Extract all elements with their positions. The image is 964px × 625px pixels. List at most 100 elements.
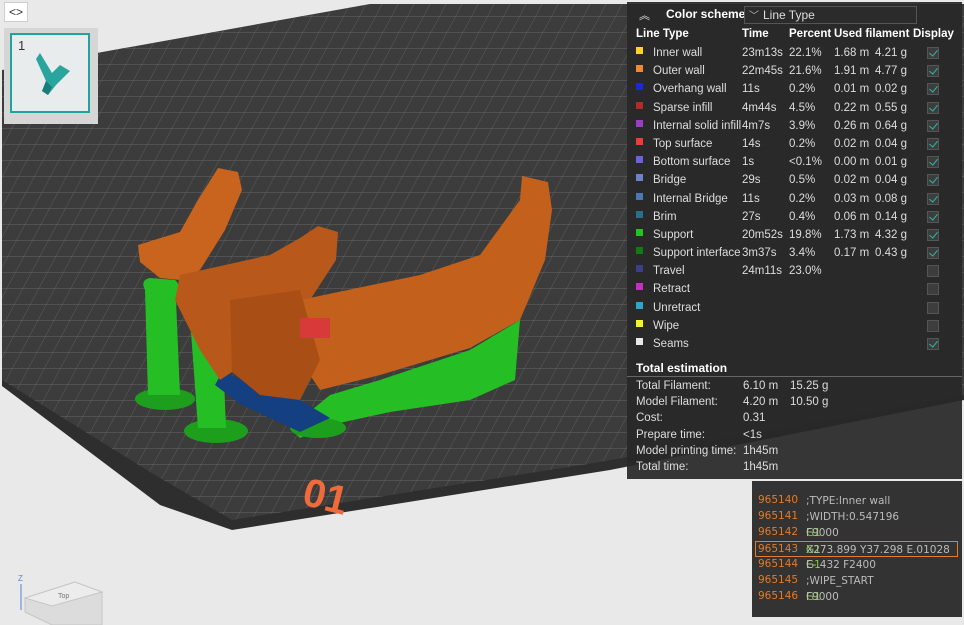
- legend-row[interactable]: Travel 24m11s 23.0%: [627, 262, 962, 280]
- line-type-color-swatch: [636, 83, 643, 91]
- gcode-line[interactable]: 965142 G1 F9000: [752, 525, 962, 541]
- line-type-time: 11s: [742, 192, 760, 205]
- display-checkbox[interactable]: [927, 47, 939, 59]
- legend-row[interactable]: Bottom surface 1s <0.1% 0.00 m 0.01 g: [627, 153, 962, 171]
- display-checkbox[interactable]: [927, 119, 939, 132]
- divider: [627, 376, 962, 377]
- line-type-name: Wipe: [653, 319, 680, 332]
- legend-row[interactable]: Sparse infill 4m44s 4.5% 0.22 m 0.55 g: [627, 99, 962, 117]
- display-checkbox[interactable]: [927, 283, 939, 296]
- gcode-line-current[interactable]: 965143 G1 X273.899 Y37.298 E.01028: [755, 541, 958, 557]
- estimation-value-secondary: 15.25 g: [790, 380, 829, 392]
- legend-row[interactable]: Top surface 14s 0.2% 0.02 m 0.04 g: [627, 135, 962, 153]
- legend-row[interactable]: Support interface 3m37s 3.4% 0.17 m 0.43 g: [627, 244, 962, 262]
- estimation-key: Total Filament:: [636, 380, 711, 392]
- color-scheme-dropdown[interactable]: ﹀ Line Type: [744, 6, 917, 24]
- display-checkbox[interactable]: [927, 83, 939, 96]
- line-type-percent: 0.5%: [789, 174, 816, 187]
- chevron-down-icon: ﹀: [749, 11, 759, 22]
- line-type-length: 0.03 m: [834, 192, 870, 205]
- line-type-color-swatch: [636, 119, 643, 127]
- column-header-display: Display: [913, 28, 954, 40]
- estimation-key: Model printing time:: [636, 444, 737, 457]
- display-checkbox[interactable]: [927, 65, 939, 78]
- gcode-text: E-.432 F2400: [806, 559, 876, 571]
- plate-preview-icon: [36, 53, 70, 95]
- cube-face-label: Top: [58, 593, 69, 600]
- line-type-weight: 0.04 g: [875, 174, 907, 187]
- line-type-percent: 22.1%: [789, 47, 822, 59]
- line-type-name: Support: [653, 228, 694, 241]
- display-checkbox[interactable]: [927, 101, 939, 114]
- line-type-length: 0.17 m: [834, 247, 870, 260]
- display-checkbox[interactable]: [927, 137, 939, 150]
- legend-row[interactable]: Overhang wall 11s 0.2% 0.01 m 0.02 g: [627, 80, 962, 98]
- gcode-line[interactable]: 965141 ;WIDTH:0.547196: [752, 509, 962, 525]
- estimation-row: Cost: 0.31: [636, 412, 956, 428]
- display-checkbox[interactable]: [927, 301, 939, 314]
- legend-row[interactable]: Wipe: [627, 317, 962, 335]
- legend-row[interactable]: Brim 27s 0.4% 0.06 m 0.14 g: [627, 208, 962, 226]
- line-type-time: 4m44s: [742, 101, 777, 114]
- line-type-weight: 4.32 g: [875, 228, 907, 241]
- gcode-line[interactable]: 965146 G1 F9000: [752, 589, 962, 605]
- gcode-line-number: 965140: [758, 494, 799, 506]
- estimation-row: Total Filament: 6.10 m 15.25 g: [636, 380, 956, 396]
- line-type-name: Bottom surface: [653, 156, 731, 169]
- plate-thumbnail[interactable]: 1: [10, 33, 90, 113]
- estimation-list: Total Filament: 6.10 m 15.25 g Model Filame…: [636, 380, 956, 477]
- line-type-name: Brim: [653, 210, 677, 223]
- line-type-length: 0.01 m: [834, 83, 870, 96]
- line-type-percent: 4.5%: [789, 101, 816, 114]
- legend-row[interactable]: Support 20m52s 19.8% 1.73 m 4.32 g: [627, 226, 962, 244]
- line-type-percent: 0.4%: [789, 210, 816, 223]
- legend-row[interactable]: Outer wall 22m45s 21.6% 1.91 m 4.77 g: [627, 62, 962, 80]
- legend-row[interactable]: Unretract: [627, 299, 962, 317]
- line-type-color-swatch: [636, 156, 643, 164]
- gcode-text: ;WIDTH:0.547196: [806, 511, 900, 523]
- display-checkbox[interactable]: [927, 156, 939, 169]
- collapse-icon: <>: [8, 5, 23, 19]
- display-checkbox[interactable]: [927, 338, 939, 350]
- gcode-text: F9000: [806, 591, 839, 603]
- display-checkbox[interactable]: [927, 247, 939, 260]
- line-type-length: 0.26 m: [834, 119, 870, 132]
- legend-row[interactable]: Internal Bridge 11s 0.2% 0.03 m 0.08 g: [627, 190, 962, 208]
- estimation-value-secondary: 10.50 g: [790, 396, 829, 409]
- legend-row[interactable]: Bridge 29s 0.5% 0.02 m 0.04 g: [627, 171, 962, 189]
- orientation-cube[interactable]: Top Z: [18, 574, 104, 625]
- line-type-weight: 0.64 g: [875, 119, 907, 132]
- line-type-time: 23m13s: [742, 47, 783, 59]
- line-type-percent: 3.9%: [789, 119, 816, 132]
- line-type-weight: 0.08 g: [875, 192, 907, 205]
- gcode-text: X273.899 Y37.298 E.01028: [806, 544, 950, 556]
- display-checkbox[interactable]: [927, 192, 939, 205]
- legend-row[interactable]: Retract: [627, 280, 962, 298]
- color-scheme-label: Color scheme: [666, 7, 746, 21]
- legend-row[interactable]: Inner wall 23m13s 22.1% 1.68 m 4.21 g: [627, 44, 962, 62]
- line-type-color-swatch: [636, 47, 643, 54]
- gcode-line-number: 965145: [758, 574, 799, 586]
- gcode-line[interactable]: 965145 ;WIPE_START: [752, 573, 962, 589]
- collapse-legend-icon[interactable]: ︽: [639, 7, 650, 23]
- gcode-text: ;WIPE_START: [806, 575, 874, 587]
- estimation-row: Prepare time: <1s: [636, 429, 956, 445]
- display-checkbox[interactable]: [927, 210, 939, 223]
- display-checkbox[interactable]: [927, 228, 939, 241]
- line-type-name: Internal solid infill: [653, 119, 742, 132]
- display-checkbox[interactable]: [927, 319, 939, 332]
- gcode-line[interactable]: 965140 ;TYPE:Inner wall: [752, 493, 962, 509]
- line-type-time: 4m7s: [742, 119, 771, 132]
- line-type-color-swatch: [636, 319, 643, 327]
- collapse-sidebar-button[interactable]: <>: [4, 2, 28, 22]
- gcode-line-number: 965143: [758, 543, 799, 555]
- legend-row[interactable]: Internal solid infill 4m7s 3.9% 0.26 m 0.64 …: [627, 117, 962, 135]
- line-type-name: Seams: [653, 338, 689, 350]
- line-type-color-swatch: [636, 247, 643, 255]
- legend-panel: ︽ Color scheme ﹀ Line Type Line Type Time…: [627, 2, 962, 479]
- display-checkbox[interactable]: [927, 174, 939, 187]
- display-checkbox[interactable]: [927, 265, 939, 278]
- line-type-name: Sparse infill: [653, 101, 713, 114]
- legend-row[interactable]: Seams: [627, 335, 962, 353]
- gcode-line[interactable]: 965144 G1 E-.432 F2400: [752, 557, 962, 573]
